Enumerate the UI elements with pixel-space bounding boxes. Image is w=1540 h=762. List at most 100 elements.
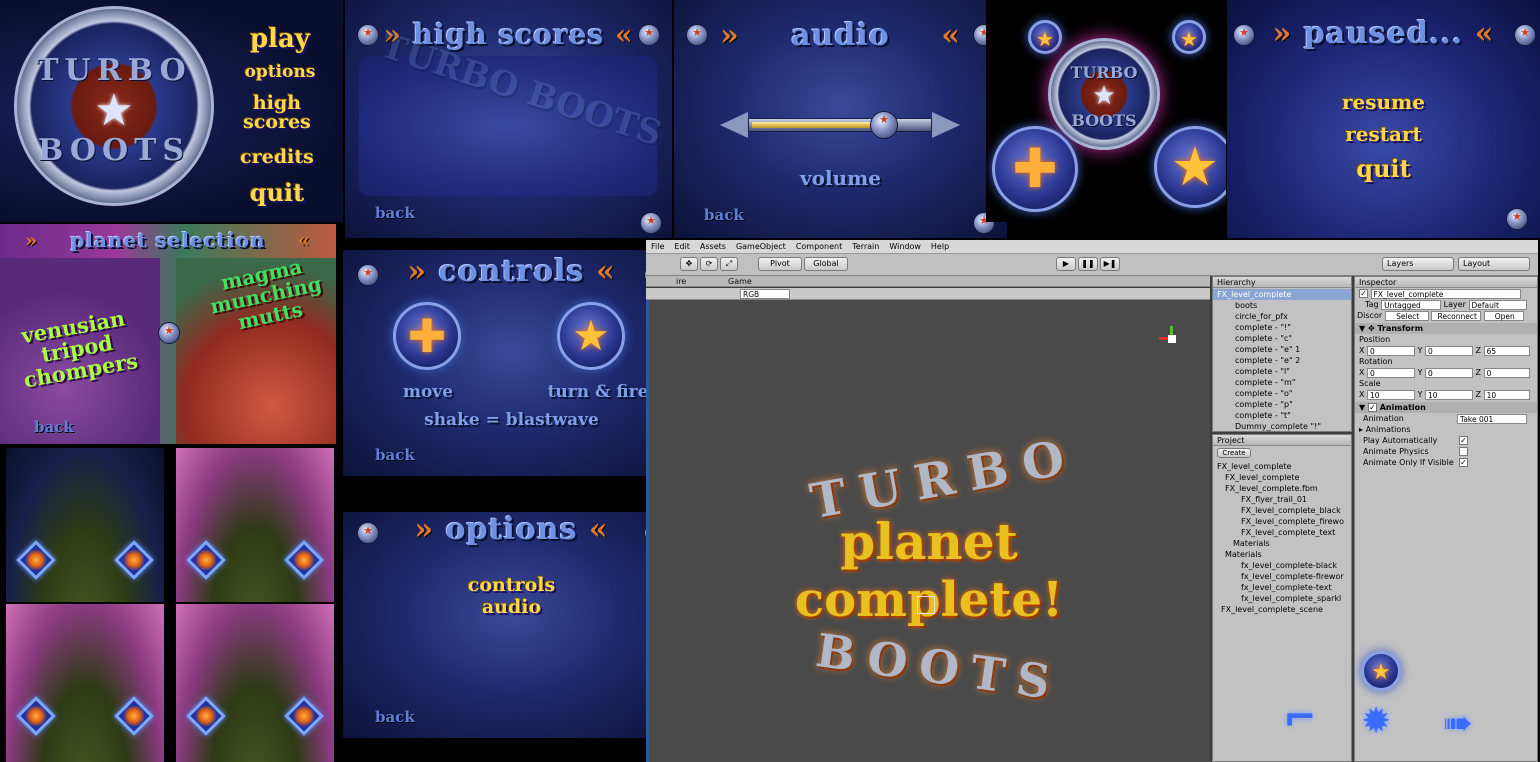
play-auto-checkbox[interactable]: ✓: [1459, 436, 1468, 445]
project-item[interactable]: FX_level_complete_scene: [1213, 604, 1351, 615]
credits-button[interactable]: credits: [232, 146, 322, 168]
project-item[interactable]: fx_level_complete-black: [1213, 560, 1351, 571]
move-pad-button[interactable]: ✚: [992, 126, 1078, 212]
hierarchy-item[interactable]: complete - "l": [1213, 366, 1351, 377]
pos-x-field[interactable]: 0: [1367, 345, 1416, 356]
move-pad-icon[interactable]: [16, 540, 56, 580]
animations-row[interactable]: ▸ Animations: [1355, 424, 1537, 435]
slider-knob[interactable]: [870, 111, 898, 139]
pivot-toggle[interactable]: Pivot: [758, 257, 802, 271]
menu-assets[interactable]: Assets: [695, 240, 731, 254]
object-name-field[interactable]: FX_level_complete: [1370, 288, 1521, 299]
reconnect-button[interactable]: Reconnect: [1431, 310, 1482, 321]
transform-handle-icon[interactable]: [917, 596, 935, 614]
scene-gizmo-icon[interactable]: [1159, 326, 1183, 350]
tag-dropdown[interactable]: Untagged: [1381, 299, 1442, 310]
resume-button[interactable]: resume: [1227, 90, 1540, 114]
hierarchy-item[interactable]: boots: [1213, 300, 1351, 311]
volume-slider[interactable]: [720, 111, 960, 139]
scale-z-field[interactable]: 10: [1483, 389, 1530, 400]
menu-component[interactable]: Component: [791, 240, 847, 254]
open-button[interactable]: Open: [1483, 310, 1524, 321]
project-item[interactable]: FX_level_complete: [1213, 472, 1351, 483]
hierarchy-item[interactable]: complete - "e" 2: [1213, 355, 1351, 366]
star-button-icon[interactable]: ★: [1361, 651, 1401, 691]
hierarchy-item[interactable]: circle_for_pfx: [1213, 311, 1351, 322]
hierarchy-item[interactable]: complete - "p": [1213, 399, 1351, 410]
animation-header[interactable]: ▼ ✓ Animation: [1355, 402, 1537, 413]
global-toggle[interactable]: Global: [804, 257, 848, 271]
play-button[interactable]: ▶: [1056, 257, 1076, 271]
fire-star-button[interactable]: ★: [1154, 126, 1226, 208]
rot-x-field[interactable]: 0: [1367, 367, 1416, 378]
audio-button[interactable]: audio: [343, 596, 680, 618]
pause-button[interactable]: ❚❚: [1078, 257, 1098, 271]
transform-header[interactable]: ▼ ✥ Transform: [1355, 323, 1537, 334]
layers-dropdown[interactable]: Layers: [1382, 257, 1454, 271]
layout-dropdown[interactable]: Layout: [1458, 257, 1530, 271]
move-tool-button[interactable]: ✥: [680, 257, 698, 271]
project-item[interactable]: FX_level_complete_black: [1213, 505, 1351, 516]
quit-button[interactable]: quit: [1227, 154, 1540, 183]
restart-button[interactable]: restart: [1227, 122, 1540, 146]
menu-gameobject[interactable]: GameObject: [731, 240, 791, 254]
blaster-icon[interactable]: ⌐: [1283, 695, 1317, 741]
animate-physics-checkbox[interactable]: [1459, 447, 1468, 456]
pos-y-field[interactable]: 0: [1425, 345, 1474, 356]
project-item[interactable]: Materials: [1213, 538, 1351, 549]
hierarchy-item[interactable]: Dummy_complete "!": [1213, 421, 1351, 432]
project-item[interactable]: FX_level_complete.fbm: [1213, 483, 1351, 494]
rotate-tool-button[interactable]: ⟳: [700, 257, 718, 271]
project-item[interactable]: FX_level_complete_text: [1213, 527, 1351, 538]
scale-y-field[interactable]: 10: [1425, 389, 1474, 400]
menu-edit[interactable]: Edit: [669, 240, 695, 254]
high-scores-button[interactable]: high scores: [232, 94, 322, 132]
menu-file[interactable]: File: [646, 240, 669, 254]
move-pad-icon[interactable]: [16, 696, 56, 736]
hierarchy-item[interactable]: complete - "c": [1213, 333, 1351, 344]
back-button[interactable]: back: [34, 418, 74, 436]
active-checkbox[interactable]: ✓: [1359, 289, 1368, 298]
scene-view[interactable]: TURBO planet complete! BOOTS: [646, 300, 1210, 762]
shield-burst-icon[interactable]: ✹: [1361, 701, 1391, 742]
project-item[interactable]: FX_level_complete: [1213, 461, 1351, 472]
back-button[interactable]: back: [375, 446, 415, 464]
fire-pad-icon[interactable]: [284, 540, 324, 580]
star-small-button[interactable]: ★: [1172, 20, 1206, 54]
hierarchy-item[interactable]: complete - "e" 1: [1213, 344, 1351, 355]
fire-pad-icon[interactable]: [284, 696, 324, 736]
layer-dropdown[interactable]: Default: [1468, 299, 1527, 310]
menu-window[interactable]: Window: [884, 240, 926, 254]
hierarchy-item[interactable]: complete - "t": [1213, 410, 1351, 421]
step-button[interactable]: ▶❚: [1100, 257, 1120, 271]
move-pad-icon[interactable]: [186, 540, 226, 580]
back-button[interactable]: back: [375, 204, 415, 222]
back-button[interactable]: back: [375, 708, 415, 726]
pos-z-field[interactable]: 65: [1483, 345, 1530, 356]
create-button[interactable]: Create: [1217, 448, 1251, 458]
hierarchy-item[interactable]: complete - "o": [1213, 388, 1351, 399]
dash-arrow-icon[interactable]: ➠: [1443, 703, 1473, 744]
project-item[interactable]: Materials: [1213, 549, 1351, 560]
render-mode-dropdown[interactable]: RGB: [740, 289, 790, 299]
project-item[interactable]: FX_flyer_trail_01: [1213, 494, 1351, 505]
fire-pad-icon[interactable]: [114, 540, 154, 580]
options-button[interactable]: options: [232, 62, 328, 82]
project-item[interactable]: fx_level_complete-firewor: [1213, 571, 1351, 582]
project-item[interactable]: fx_level_complete-text: [1213, 582, 1351, 593]
tab-scene[interactable]: ire: [676, 276, 686, 287]
quit-button[interactable]: quit: [232, 178, 322, 207]
pause-emblem-button[interactable]: TURBO ★ BOOTS: [1048, 38, 1160, 150]
menu-terrain[interactable]: Terrain: [847, 240, 884, 254]
star-small-button[interactable]: ★: [1028, 20, 1062, 54]
select-button[interactable]: Select: [1384, 310, 1429, 321]
fire-pad-icon[interactable]: [114, 696, 154, 736]
hierarchy-item[interactable]: FX_level_complete: [1213, 289, 1351, 300]
play-button[interactable]: play: [232, 24, 328, 54]
hierarchy-item[interactable]: complete - "!": [1213, 322, 1351, 333]
hierarchy-item[interactable]: complete - "m": [1213, 377, 1351, 388]
project-item[interactable]: FX_level_complete_firewo: [1213, 516, 1351, 527]
scale-x-field[interactable]: 10: [1367, 389, 1416, 400]
rot-z-field[interactable]: 0: [1483, 367, 1530, 378]
animation-clip-field[interactable]: Take 001: [1457, 413, 1527, 424]
